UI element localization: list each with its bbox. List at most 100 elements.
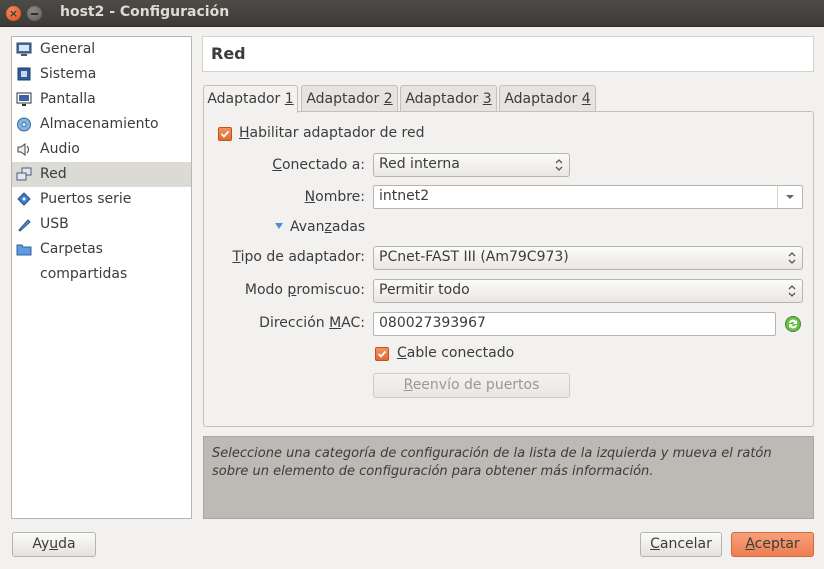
attached-to-combo[interactable]: Red interna <box>373 153 570 177</box>
label-part: eenvío de puertos <box>412 377 540 393</box>
close-window-button[interactable]: × <box>6 6 21 21</box>
minimize-window-button[interactable] <box>27 6 42 21</box>
chip-icon <box>17 67 31 81</box>
tab-mnemonic: 4 <box>581 91 591 107</box>
section-header: Red <box>202 36 814 72</box>
sidebar-item-system[interactable]: Sistema <box>12 62 191 87</box>
label-part: da <box>58 536 76 552</box>
network-name-dropdown-button[interactable] <box>777 186 802 208</box>
name-label: Nombre: <box>305 189 365 205</box>
sidebar-item-general[interactable]: General <box>12 37 191 62</box>
tab-label: Adaptador <box>504 91 582 107</box>
label-part: AC: <box>341 315 365 331</box>
label-mnemonic: C <box>272 157 282 173</box>
sidebar-item-serial-ports[interactable]: Puertos serie <box>12 187 191 212</box>
cable-connected-checkbox[interactable] <box>375 347 389 361</box>
sidebar-item-label: Audio <box>40 141 80 157</box>
mac-address-input[interactable]: 080027393967 <box>373 312 776 336</box>
enable-adapter-checkbox[interactable] <box>218 127 232 141</box>
serial-port-icon <box>17 192 31 206</box>
sidebar-item-label: General <box>40 41 96 57</box>
disk-icon <box>17 117 31 132</box>
label-mnemonic: H <box>239 125 250 141</box>
label-part: ombre: <box>315 189 365 205</box>
label-part: ancelar <box>659 536 712 552</box>
label-part: Avan <box>290 219 325 235</box>
help-button[interactable]: Ayuda <box>12 532 96 557</box>
chevron-down-icon <box>786 195 794 199</box>
label-part: Modo <box>244 282 288 298</box>
label-mnemonic: p <box>287 282 297 298</box>
sidebar-item-label: Puertos serie <box>40 191 132 207</box>
tab-adapter-1[interactable]: Adaptador 1 <box>203 85 298 113</box>
tab-mnemonic: 2 <box>383 91 393 107</box>
sidebar-item-label: Pantalla <box>40 91 96 107</box>
sidebar-item-storage[interactable]: Almacenamiento <box>12 112 191 137</box>
accept-button[interactable]: Aceptar <box>731 532 814 557</box>
port-forwarding-button[interactable]: Reenvío de puertos <box>373 373 570 398</box>
settings-category-list[interactable]: General Sistema Pantalla Almacenamiento … <box>11 36 192 519</box>
tab-label: Adaptador <box>405 91 483 107</box>
sidebar-item-display[interactable]: Pantalla <box>12 87 191 112</box>
label-part: adas <box>331 219 366 235</box>
promiscuous-mode-combo[interactable]: Permitir todo <box>373 279 803 303</box>
label-mnemonic: C <box>650 536 660 552</box>
network-icon <box>16 167 32 181</box>
window-title: host2 - Configuración <box>60 4 230 20</box>
sidebar-item-label: Red <box>40 166 67 182</box>
section-title: Red <box>211 44 246 63</box>
sidebar-item-audio[interactable]: Audio <box>12 137 191 162</box>
folder-icon <box>16 244 32 256</box>
sidebar-item-label: Almacenamiento <box>40 116 159 132</box>
triangle-down-icon <box>275 223 283 229</box>
refresh-mac-icon[interactable] <box>784 315 802 333</box>
label-mnemonic: A <box>745 536 755 552</box>
check-icon <box>377 350 387 358</box>
help-info-panel: Seleccione una categoría de configuració… <box>203 436 814 519</box>
title-bar: × host2 - Configuración <box>0 0 824 27</box>
label-part: ipo de adaptador: <box>240 249 365 265</box>
label-part: ceptar <box>754 536 800 552</box>
label-mnemonic: N <box>304 189 316 205</box>
adapter-type-value: PCnet-FAST III (Am79C973) <box>379 249 569 265</box>
label-mnemonic: u <box>49 536 59 552</box>
adapter-type-label: Tipo de adaptador: <box>232 249 365 265</box>
promiscuous-mode-value: Permitir todo <box>379 282 470 298</box>
label-mnemonic: z <box>324 219 332 235</box>
tab-label: Adaptador <box>306 91 384 107</box>
sidebar-item-label: USB <box>40 216 69 232</box>
tab-adapter-2[interactable]: Adaptador 2 <box>301 85 398 112</box>
label-part: onectado a: <box>281 157 365 173</box>
adapter-type-combo[interactable]: PCnet-FAST III (Am79C973) <box>373 246 803 270</box>
tab-mnemonic: 1 <box>284 91 294 107</box>
label-mnemonic: C <box>397 345 407 361</box>
tab-mnemonic: 3 <box>482 91 492 107</box>
enable-adapter-label[interactable]: Habilitar adaptador de red <box>239 125 425 141</box>
cancel-button[interactable]: Cancelar <box>640 532 722 557</box>
cable-connected-label[interactable]: Cable conectado <box>397 345 514 361</box>
adapter-panel: Habilitar adaptador de red Conectado a: … <box>203 111 814 427</box>
network-name-combo[interactable]: intnet2 <box>373 185 803 209</box>
tab-adapter-4[interactable]: Adaptador 4 <box>499 85 596 112</box>
help-info-text: Seleccione una categoría de configuració… <box>212 446 772 479</box>
display-icon <box>16 92 32 106</box>
label-part: romiscuo: <box>296 282 365 298</box>
tab-label: Adaptador <box>207 91 285 107</box>
mac-address-label: Dirección MAC: <box>259 315 365 331</box>
usb-icon <box>18 219 31 232</box>
sidebar-item-network[interactable]: Red <box>12 162 191 187</box>
sidebar-item-shared-folders[interactable]: Carpetas compartidas <box>12 237 191 282</box>
mac-address-value: 080027393967 <box>379 315 486 331</box>
tab-adapter-3[interactable]: Adaptador 3 <box>400 85 497 112</box>
attached-to-value: Red interna <box>379 156 460 172</box>
sidebar-item-label: Sistema <box>40 66 97 82</box>
speaker-icon <box>17 143 29 156</box>
network-name-value: intnet2 <box>379 188 430 204</box>
promiscuous-mode-label: Modo promiscuo: <box>245 282 365 298</box>
attached-to-label: Conectado a: <box>272 157 365 173</box>
label-part: abilitar adaptador de red <box>249 125 425 141</box>
sidebar-item-usb[interactable]: USB <box>12 212 191 237</box>
advanced-toggle[interactable]: Avanzadas <box>274 219 365 235</box>
label-mnemonic: R <box>403 377 413 393</box>
monitor-info-icon <box>16 42 32 56</box>
